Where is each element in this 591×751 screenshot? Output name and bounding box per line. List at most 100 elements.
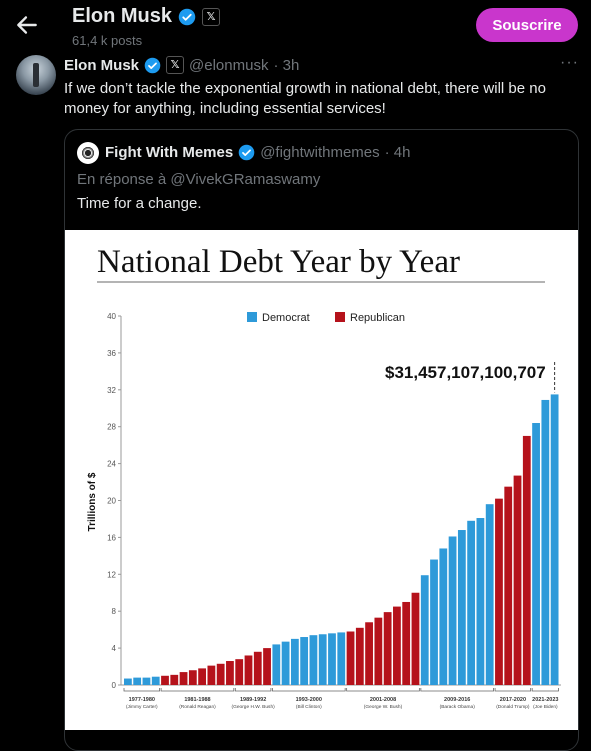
debt-annotation: $31,457,107,100,707 bbox=[385, 363, 546, 382]
quote-time: · 4h bbox=[384, 144, 411, 161]
group-president: (Bill Clinton) bbox=[296, 704, 322, 710]
bar bbox=[142, 677, 151, 685]
bar bbox=[522, 435, 531, 685]
y-tick-label: 40 bbox=[107, 312, 116, 321]
bar bbox=[346, 631, 355, 685]
tweet-handle[interactable]: @elonmusk bbox=[189, 57, 268, 74]
y-tick-label: 20 bbox=[107, 497, 116, 506]
bar bbox=[550, 394, 559, 685]
y-tick-label: 8 bbox=[112, 607, 117, 616]
bar bbox=[226, 661, 234, 685]
bar bbox=[541, 399, 550, 685]
group-president: (Jimmy Carter) bbox=[126, 704, 158, 710]
legend-label: Democrat bbox=[262, 312, 310, 324]
group-president: (Joe Biden) bbox=[533, 704, 558, 710]
group-bracket bbox=[494, 688, 532, 692]
bar bbox=[290, 638, 299, 685]
bar bbox=[337, 632, 346, 685]
y-axis-label: Trillions of $ bbox=[87, 472, 98, 531]
group-label: 2009-2016 bbox=[444, 697, 470, 703]
bar bbox=[170, 674, 179, 685]
bar bbox=[439, 548, 448, 685]
bar bbox=[365, 622, 373, 685]
y-tick-label: 24 bbox=[107, 460, 116, 469]
x-affiliation-icon: 𝕏 bbox=[202, 7, 221, 26]
group-label: 1993-2000 bbox=[296, 697, 322, 703]
bar bbox=[309, 635, 318, 685]
group-president: (George H.W. Bush) bbox=[232, 704, 276, 710]
x-affiliation-icon: 𝕏 bbox=[166, 56, 185, 74]
bar bbox=[300, 637, 309, 685]
y-tick-label: 36 bbox=[107, 349, 116, 358]
debt-chart: National Debt Year by Year 0 4 8 12 16 20 24 28… bbox=[87, 244, 561, 710]
bar bbox=[216, 663, 225, 685]
y-tick-label: 4 bbox=[112, 644, 117, 653]
y-tick-label: 28 bbox=[107, 423, 116, 432]
bar bbox=[235, 659, 244, 685]
quote-text: Time for a change. bbox=[77, 195, 202, 212]
legend-swatch bbox=[247, 312, 257, 322]
group-bracket bbox=[123, 688, 161, 692]
bar bbox=[124, 678, 132, 685]
bar bbox=[513, 475, 522, 685]
verified-badge-icon bbox=[178, 8, 196, 25]
bar bbox=[328, 633, 336, 685]
bar bbox=[420, 575, 429, 685]
bar bbox=[179, 672, 188, 685]
group-label: 1989-1992 bbox=[240, 697, 266, 703]
chart-title: National Debt Year by Year bbox=[97, 244, 460, 280]
group-president: (George W. Bush) bbox=[364, 704, 403, 710]
bar bbox=[133, 677, 142, 685]
post-count: 61,4 k posts bbox=[72, 33, 143, 48]
verified-badge-icon bbox=[238, 144, 255, 161]
bar bbox=[263, 648, 271, 685]
group-president: (Donald Trump) bbox=[496, 704, 530, 710]
bar bbox=[244, 655, 253, 685]
back-arrow-icon[interactable] bbox=[14, 12, 40, 38]
bar bbox=[448, 536, 457, 685]
y-tick-label: 16 bbox=[107, 533, 116, 542]
profile-header: Elon Musk 𝕏 61,4 k posts Souscrire bbox=[0, 0, 591, 50]
bar bbox=[281, 641, 290, 685]
quote-author-line: Fight With Memes @fightwithmemes · 4h bbox=[105, 144, 411, 161]
reply-context: En réponse à @VivekGRamaswamy bbox=[77, 171, 321, 188]
bar bbox=[411, 592, 420, 685]
verified-badge-icon bbox=[144, 57, 161, 73]
more-options-icon[interactable]: ··· bbox=[560, 54, 579, 72]
subscribe-button[interactable]: Souscrire bbox=[476, 8, 578, 42]
bar bbox=[504, 486, 513, 685]
profile-name-row: Elon Musk 𝕏 bbox=[72, 5, 221, 28]
bar bbox=[374, 617, 383, 685]
bar bbox=[457, 530, 466, 685]
group-label: 1977-1980 bbox=[129, 697, 155, 703]
quoted-tweet[interactable]: Fight With Memes @fightwithmemes · 4h En… bbox=[64, 129, 579, 751]
bar bbox=[198, 668, 207, 685]
bar bbox=[355, 627, 364, 685]
bar bbox=[393, 606, 401, 685]
bar bbox=[161, 675, 169, 685]
legend-label: Republican bbox=[350, 312, 405, 324]
group-president: (Barack Obama) bbox=[440, 704, 476, 710]
y-tick-label: 12 bbox=[107, 570, 116, 579]
chart-image[interactable]: National Debt Year by Year 0 4 8 12 16 20 24 28… bbox=[65, 230, 578, 730]
bar bbox=[402, 601, 411, 685]
tweet-author-name[interactable]: Elon Musk bbox=[64, 57, 139, 74]
bar bbox=[318, 634, 327, 685]
group-label: 2021-2023 bbox=[532, 697, 558, 703]
legend-swatch bbox=[335, 312, 345, 322]
group-label: 1981-1988 bbox=[184, 697, 210, 703]
bar bbox=[485, 504, 494, 685]
quote-avatar bbox=[77, 142, 99, 164]
bar bbox=[476, 518, 485, 685]
quote-author-name: Fight With Memes bbox=[105, 144, 234, 161]
bar bbox=[467, 520, 476, 685]
group-label: 2001-2008 bbox=[370, 697, 396, 703]
group-bracket bbox=[346, 688, 420, 692]
group-bracket bbox=[272, 688, 346, 692]
bar bbox=[151, 676, 160, 685]
tweet-time[interactable]: · 3h bbox=[273, 57, 299, 74]
group-bracket bbox=[531, 688, 559, 692]
tweet-text: If we don’t tackle the exponential growt… bbox=[64, 80, 546, 117]
avatar[interactable] bbox=[16, 55, 56, 95]
group-bracket bbox=[234, 688, 272, 692]
